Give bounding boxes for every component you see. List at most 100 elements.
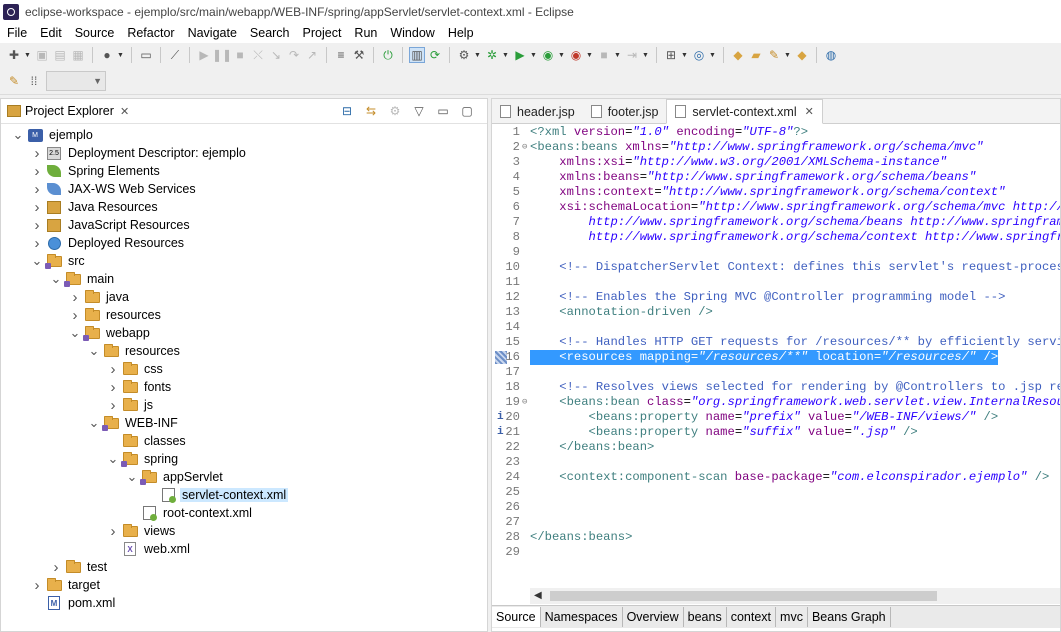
tree-item[interactable]: › Spring Elements (1, 162, 487, 180)
debug-icon[interactable]: ✲ (484, 47, 500, 63)
step-return-icon[interactable]: ↗ (304, 47, 320, 63)
tree-item[interactable]: › resources (1, 306, 487, 324)
filters-icon[interactable]: ⚙ (387, 103, 403, 119)
tree-item[interactable]: › Deployed Resources (1, 234, 487, 252)
terminate-icon[interactable]: ■ (232, 47, 248, 63)
tree-item[interactable]: › test (1, 558, 487, 576)
fold-toggle-icon[interactable]: ⊖ (522, 140, 530, 155)
tree-item[interactable]: › JavaScript Resources (1, 216, 487, 234)
scrollbar-thumb[interactable] (550, 591, 937, 601)
menu-project[interactable]: Project (296, 26, 348, 40)
search-dropdown-arrow[interactable]: ▼ (784, 52, 792, 59)
page-tab-context[interactable]: context (727, 607, 777, 627)
chevron-down-icon[interactable]: ⌄ (49, 272, 63, 286)
chevron-down-icon[interactable]: ⌄ (30, 254, 44, 268)
search-icon[interactable]: ✎ (766, 47, 782, 63)
minimize-icon[interactable]: ▭ (435, 103, 451, 119)
chevron-right-icon[interactable]: › (49, 559, 63, 576)
chevron-right-icon[interactable]: › (68, 289, 82, 306)
new-icon[interactable]: ✚ (6, 47, 22, 63)
new-java-class-dropdown-arrow[interactable]: ▼ (709, 52, 717, 59)
tree-item[interactable]: ⌄ Mejemplo (1, 126, 487, 144)
chevron-right-icon[interactable]: › (30, 199, 44, 216)
resume-icon[interactable]: ▶ (196, 47, 212, 63)
tree-item[interactable]: Xweb.xml (1, 540, 487, 558)
link-with-editor-icon[interactable]: ⇆ (363, 103, 379, 119)
chevron-right-icon[interactable]: › (30, 235, 44, 252)
chevron-down-icon[interactable]: ⌄ (106, 452, 120, 466)
tree-item[interactable]: › 2.5 Deployment Descriptor: ejemplo (1, 144, 487, 162)
page-tab-namespaces[interactable]: Namespaces (541, 607, 623, 627)
menu-navigate[interactable]: Navigate (181, 26, 243, 40)
new-server-dropdown-arrow[interactable]: ▼ (681, 52, 689, 59)
scroll-left-icon[interactable]: ◀ (534, 590, 542, 601)
chevron-right-icon[interactable]: › (106, 379, 120, 396)
tree-item[interactable]: › views (1, 522, 487, 540)
fold-toggle-icon[interactable]: ⊖ (522, 395, 530, 410)
page-tab-beans-graph[interactable]: Beans Graph (808, 607, 891, 627)
chevron-down-icon[interactable]: ⌄ (11, 128, 25, 142)
coverage-dropdown-arrow[interactable]: ▼ (558, 52, 566, 59)
tab-footer-jsp[interactable]: footer.jsp (583, 100, 667, 123)
tree-item[interactable]: ⌄ webapp (1, 324, 487, 342)
open-type-icon[interactable]: ◆ (730, 47, 746, 63)
stop-server-icon[interactable]: ■ (596, 47, 612, 63)
tree-item[interactable]: root-context.xml (1, 504, 487, 522)
save-all-icon[interactable]: ▤ (52, 47, 68, 63)
chevron-right-icon[interactable]: › (30, 145, 44, 162)
user-icon[interactable]: ● (99, 47, 115, 63)
external-tools-dropdown-arrow[interactable]: ▼ (474, 52, 482, 59)
suspend-icon[interactable]: ❚❚ (212, 47, 232, 63)
code-area[interactable]: 1 <?xml version="1.0" encoding="UTF-8"?> 2… (492, 125, 1060, 585)
page-tab-mvc[interactable]: mvc (776, 607, 808, 627)
chevron-down-icon[interactable]: ⌄ (87, 416, 101, 430)
skip-breakpoints-icon[interactable]: ⟋ (167, 47, 183, 63)
tree-item[interactable]: › js (1, 396, 487, 414)
open-task-icon[interactable]: ▰ (748, 47, 764, 63)
menu-source[interactable]: Source (68, 26, 121, 40)
console-icon[interactable]: ▭ (138, 47, 154, 63)
menu-search[interactable]: Search (243, 26, 296, 40)
highlight-icon[interactable]: ✎ (6, 73, 22, 89)
step-into-icon[interactable]: ↘ (268, 47, 284, 63)
toggle-mark-icon[interactable]: ▥ (409, 47, 425, 63)
coverage-icon[interactable]: ◉ (540, 47, 556, 63)
run-last-icon[interactable]: ◉ (568, 47, 584, 63)
tree-item[interactable]: ⌄ src (1, 252, 487, 270)
refactor-icon[interactable]: ≡ (333, 47, 349, 63)
tab-servlet-context-xml[interactable]: servlet-context.xml ✕ (666, 99, 823, 124)
tree-item[interactable]: › fonts (1, 378, 487, 396)
chevron-right-icon[interactable]: › (68, 307, 82, 324)
debug-dropdown-arrow[interactable]: ▼ (502, 52, 510, 59)
run-icon[interactable]: ▶ (512, 47, 528, 63)
view-menu-icon[interactable]: ▽ (411, 103, 427, 119)
tree-item[interactable]: ⌄ WEB-INF (1, 414, 487, 432)
user-dropdown-arrow[interactable]: ▼ (117, 52, 125, 59)
page-tab-overview[interactable]: Overview (623, 607, 684, 627)
new-java-class-icon[interactable]: ◎ (691, 47, 707, 63)
chevron-right-icon[interactable]: › (30, 181, 44, 198)
refresh-icon[interactable]: ⟳ (427, 47, 443, 63)
chevron-right-icon[interactable]: › (30, 163, 44, 180)
tree-item[interactable]: classes (1, 432, 487, 450)
tree-item[interactable]: servlet-context.xml (1, 486, 487, 504)
chevron-down-icon[interactable]: ⌄ (87, 344, 101, 358)
disconnect-icon[interactable]: ⤬ (250, 47, 266, 63)
open-perspective-icon[interactable]: ◆ (794, 47, 810, 63)
tree-item[interactable]: Mpom.xml (1, 594, 487, 612)
menu-help[interactable]: Help (441, 26, 480, 40)
tree-item[interactable]: ⌄ spring (1, 450, 487, 468)
chevron-right-icon[interactable]: › (30, 577, 44, 594)
menu-run[interactable]: Run (347, 26, 383, 40)
tree-item[interactable]: › target (1, 576, 487, 594)
menu-window[interactable]: Window (383, 26, 440, 40)
menu-refactor[interactable]: Refactor (120, 26, 180, 40)
maximize-icon[interactable]: ▢ (459, 103, 475, 119)
new-dropdown-arrow[interactable]: ▼ (24, 52, 32, 59)
run-last-dropdown-arrow[interactable]: ▼ (586, 52, 594, 59)
chevron-right-icon[interactable]: › (30, 217, 44, 234)
tree-item[interactable]: ⌄ main (1, 270, 487, 288)
tree-item[interactable]: › Java Resources (1, 198, 487, 216)
tree-item[interactable]: › css (1, 360, 487, 378)
tree-item[interactable]: ⌄ resources (1, 342, 487, 360)
